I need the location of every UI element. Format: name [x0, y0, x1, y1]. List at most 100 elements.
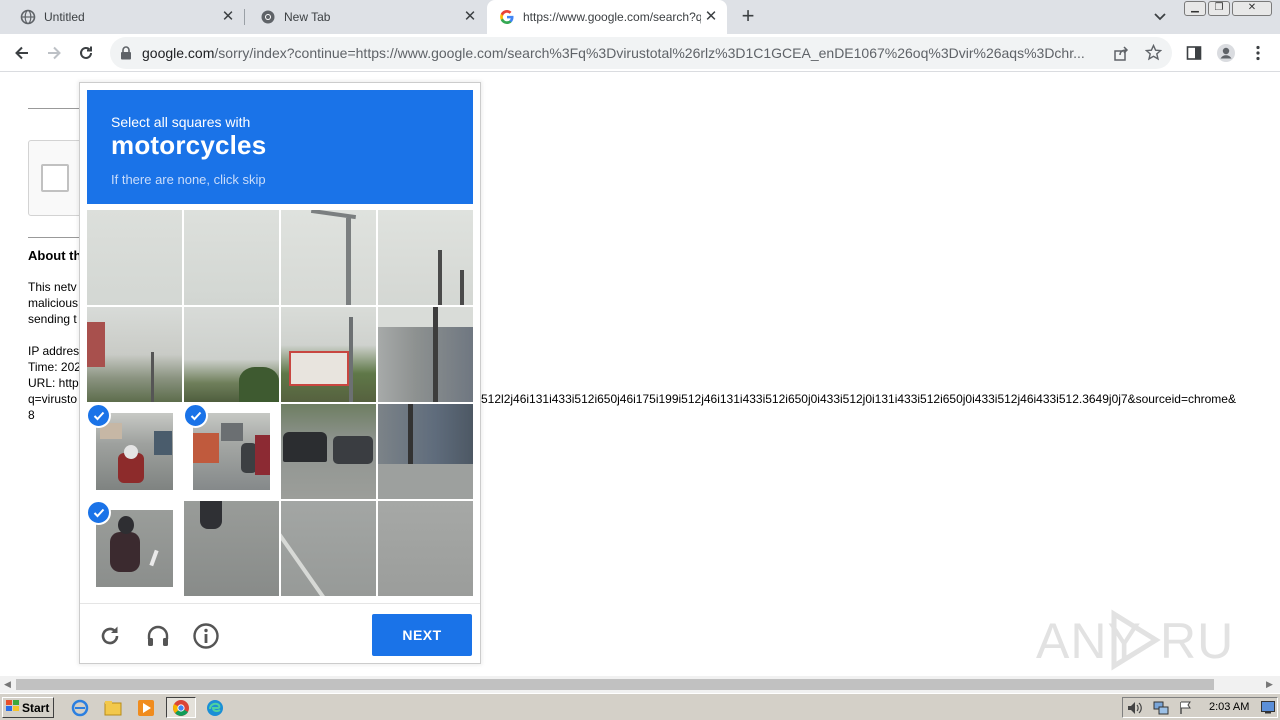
- url-path: /sorry/index?continue=https://www.google…: [214, 45, 1085, 61]
- tab-new-tab[interactable]: New Tab ✕: [240, 0, 486, 34]
- query-line-continued: 512l2j46i131i433i512i650j46i175i199i512j…: [481, 392, 1236, 406]
- google-icon: [499, 9, 515, 25]
- next-button[interactable]: NEXT: [372, 614, 472, 656]
- bookmark-star-icon[interactable]: [1144, 43, 1163, 66]
- url-text: google.com/sorry/index?continue=https://…: [142, 45, 1097, 61]
- grid-tile[interactable]: [378, 404, 473, 499]
- minimize-button[interactable]: ▁: [1184, 1, 1206, 16]
- window-close-button[interactable]: ✕: [1232, 1, 1272, 16]
- close-tab-icon[interactable]: ✕: [703, 9, 719, 25]
- maximize-button[interactable]: ❐: [1208, 1, 1230, 16]
- profile-button[interactable]: [1214, 42, 1238, 64]
- challenge-object: motorcycles: [111, 130, 267, 160]
- taskbar-clock[interactable]: 2:03 AM: [1209, 701, 1249, 713]
- time-line: Time: 202: [28, 360, 81, 374]
- grid-tile[interactable]: [87, 210, 182, 305]
- grid-tile[interactable]: [378, 307, 473, 402]
- internet-explorer-icon[interactable]: [68, 697, 92, 718]
- reload-button[interactable]: [74, 42, 98, 64]
- audio-icon[interactable]: [144, 622, 172, 650]
- grid-tile[interactable]: [281, 404, 376, 499]
- grid-tile[interactable]: [184, 501, 279, 596]
- scrollbar-thumb[interactable]: [16, 679, 1214, 690]
- new-tab-button[interactable]: +: [736, 5, 760, 29]
- scroll-left-icon[interactable]: ◀: [4, 679, 11, 690]
- show-desktop-icon[interactable]: [1261, 701, 1275, 719]
- grid-tile-selected[interactable]: [87, 501, 182, 596]
- action-center-flag-icon[interactable]: [1179, 701, 1193, 720]
- body-text: 8: [28, 408, 35, 422]
- chrome-icon: [173, 699, 189, 716]
- grid-tile-selected[interactable]: [87, 404, 182, 499]
- file-explorer-icon[interactable]: [101, 697, 125, 718]
- tab-google-search[interactable]: https://www.google.com/search?q= ✕: [487, 0, 727, 34]
- page-divider: [28, 237, 80, 238]
- close-tab-icon[interactable]: ✕: [220, 9, 236, 25]
- side-panel-icon: [1186, 46, 1202, 60]
- reload-icon: [80, 46, 92, 59]
- back-button[interactable]: [10, 42, 34, 64]
- svg-text:RUN: RUN: [1160, 613, 1236, 669]
- body-text: malicious: [28, 296, 79, 310]
- browser-toolbar: google.com/sorry/index?continue=https://…: [0, 34, 1280, 72]
- challenge-header: Select all squares with motorcycles If t…: [87, 90, 473, 204]
- challenge-image-grid: [87, 210, 473, 596]
- media-player-icon[interactable]: [134, 697, 158, 718]
- start-label: Start: [22, 700, 50, 715]
- page-divider: [28, 108, 80, 109]
- grid-tile[interactable]: [281, 210, 376, 305]
- challenge-hint: If there are none, click skip: [111, 172, 266, 187]
- grid-tile[interactable]: [281, 307, 376, 402]
- windows-logo-icon: [6, 700, 20, 715]
- windows-taskbar: Start 2:03 AM: [0, 693, 1280, 720]
- anyrun-watermark: ANY RUN: [1036, 604, 1270, 686]
- tab-untitled[interactable]: Untitled ✕: [0, 0, 244, 34]
- grid-tile[interactable]: [281, 501, 376, 596]
- challenge-instruction: Select all squares with: [111, 114, 251, 130]
- address-bar[interactable]: google.com/sorry/index?continue=https://…: [110, 37, 1172, 69]
- forward-arrow-icon: [48, 46, 61, 60]
- close-tab-icon[interactable]: ✕: [462, 9, 478, 25]
- grid-tile[interactable]: [184, 307, 279, 402]
- info-icon[interactable]: [192, 622, 220, 650]
- query-line: q=virusto: [28, 392, 78, 406]
- kebab-menu-icon: [1256, 45, 1260, 61]
- horizontal-scrollbar[interactable]: ◀ ▶: [0, 676, 1280, 693]
- tab-search-icon[interactable]: [1150, 9, 1170, 25]
- chrome-icon: [260, 9, 276, 25]
- share-icon[interactable]: [1113, 45, 1129, 66]
- about-heading: About th: [28, 248, 82, 263]
- recaptcha-checkbox[interactable]: [41, 164, 69, 192]
- body-text: sending t: [28, 312, 77, 326]
- tab-strip: Untitled ✕ New Tab ✕ https://www.google.…: [0, 0, 1280, 34]
- globe-icon: [20, 9, 36, 25]
- ip-address-line: IP addres: [28, 344, 80, 358]
- recaptcha-challenge: Select all squares with motorcycles If t…: [79, 82, 481, 664]
- forward-button[interactable]: [42, 42, 66, 64]
- system-tray: 2:03 AM: [1122, 697, 1278, 718]
- network-icon[interactable]: [1153, 701, 1169, 720]
- lock-icon[interactable]: [120, 46, 132, 65]
- grid-tile[interactable]: [378, 210, 473, 305]
- side-panel-button[interactable]: [1182, 42, 1206, 64]
- edge-icon[interactable]: [203, 697, 227, 718]
- url-domain: google.com: [142, 45, 215, 61]
- tab-title: Untitled: [44, 10, 85, 24]
- scroll-right-icon[interactable]: ▶: [1266, 679, 1273, 690]
- back-arrow-icon: [15, 46, 28, 60]
- tab-title: https://www.google.com/search?q=: [523, 10, 701, 24]
- volume-icon[interactable]: [1127, 701, 1143, 720]
- menu-button[interactable]: [1246, 42, 1270, 64]
- grid-tile[interactable]: [87, 307, 182, 402]
- profile-icon: [1217, 44, 1235, 62]
- grid-tile-selected[interactable]: [184, 404, 279, 499]
- url-line: URL: http: [28, 376, 79, 390]
- tab-title: New Tab: [284, 10, 331, 24]
- grid-tile[interactable]: [184, 210, 279, 305]
- grid-tile[interactable]: [378, 501, 473, 596]
- start-button[interactable]: Start: [2, 697, 54, 718]
- challenge-footer: NEXT: [80, 603, 480, 663]
- reload-icon[interactable]: [96, 622, 124, 650]
- chrome-taskbar-button[interactable]: [166, 697, 196, 718]
- body-text: This netv: [28, 280, 77, 294]
